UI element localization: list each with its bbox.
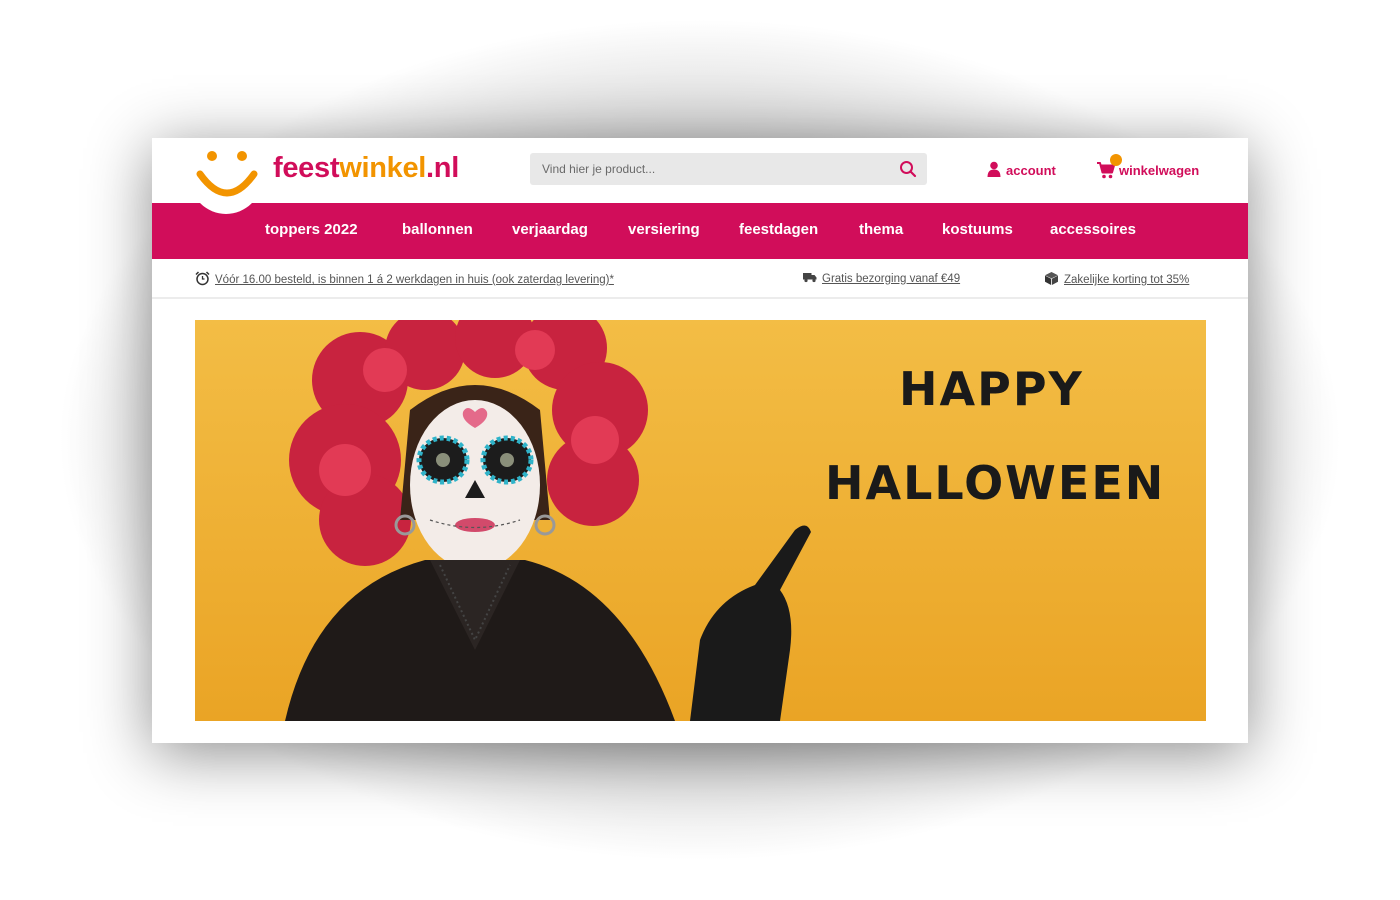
cart-link[interactable]: winkelwagen [1096,154,1200,182]
account-label: account [1006,162,1056,178]
usp-business-text: Zakelijke korting tot 35% [1064,274,1190,286]
hero-title-line1: HAPPY [899,362,1084,416]
cart-label: winkelwagen [1119,162,1200,178]
usp-shipping-text: Gratis bezorging vanaf €49 [822,272,961,285]
nav-item-verjaardag[interactable]: verjaardag [512,221,588,238]
website-screenshot: feestwinkel.nl account [152,138,1248,743]
nav-item-toppers[interactable]: toppers 2022 [265,221,358,238]
nav-item-accessoires[interactable]: accessoires [1050,221,1136,238]
brand-part-3: .nl [426,152,459,184]
hero-title-line2: HALLOWEEN [825,456,1166,510]
brand-logo-text[interactable]: feestwinkel.nl [273,152,459,185]
account-link[interactable]: account [987,160,1056,180]
user-icon [987,161,1001,180]
cart-icon [1096,154,1122,180]
search-input[interactable] [530,153,880,185]
usp-delivery-text: Vóór 16.00 besteld, is binnen 1 á 2 werk… [215,274,614,286]
box-icon [1044,271,1059,289]
nav-item-ballonnen[interactable]: ballonnen [402,221,473,238]
site-header: feestwinkel.nl account [152,138,1248,214]
nav-item-feestdagen[interactable]: feestdagen [739,221,818,238]
smiley-logo-icon[interactable] [196,150,258,202]
brand-part-1: feest [273,152,340,184]
main-navigation: toppers 2022 ballonnen verjaardag versie… [152,203,1248,259]
usp-business[interactable]: Zakelijke korting tot 35% [1044,271,1189,289]
alarm-clock-icon [195,271,210,289]
nav-item-versiering[interactable]: versiering [628,221,700,238]
cart-count-badge [1110,154,1122,166]
brand-part-2: winkel [339,152,427,184]
usp-shipping[interactable]: Gratis bezorging vanaf €49 [803,271,960,286]
truck-icon [803,271,817,286]
hero-banner[interactable]: HAPPY HALLOWEEN [195,320,1206,721]
usp-bar: Vóór 16.00 besteld, is binnen 1 á 2 werk… [152,259,1248,299]
search-icon[interactable] [899,160,917,178]
nav-item-kostuums[interactable]: kostuums [942,221,1013,238]
nav-item-thema[interactable]: thema [859,221,903,238]
usp-delivery[interactable]: Vóór 16.00 besteld, is binnen 1 á 2 werk… [195,271,614,289]
search-bar [530,153,927,185]
